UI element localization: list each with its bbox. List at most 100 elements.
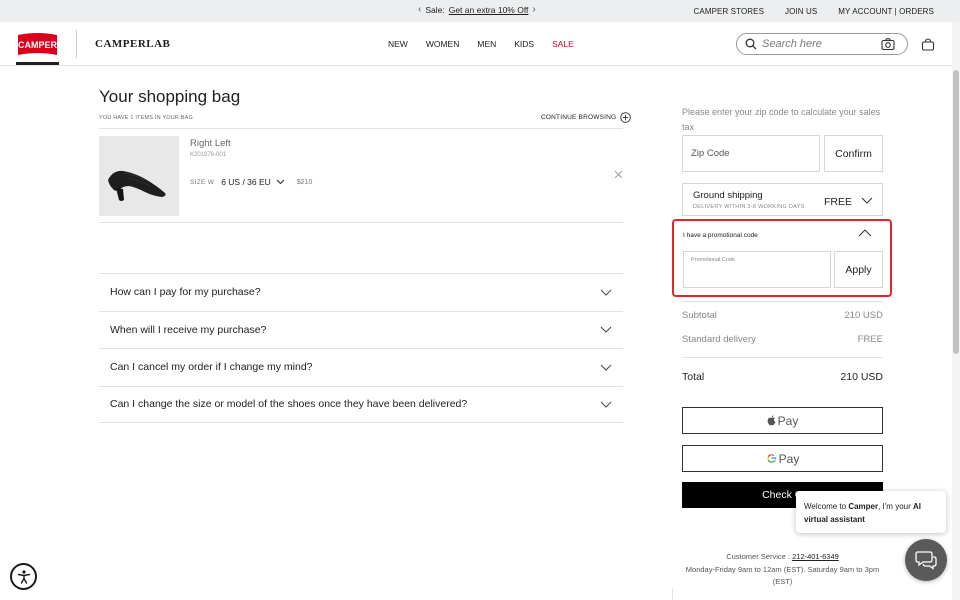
- size-row: SIZE W 6 US / 36 EU $210: [190, 177, 312, 187]
- remove-item-icon[interactable]: [614, 170, 623, 179]
- chat-text-1: Welcome to: [804, 502, 849, 511]
- chevron-down-icon: [276, 179, 285, 185]
- chevron-down-icon: [600, 289, 612, 296]
- divider: [99, 128, 623, 129]
- confirm-button[interactable]: Confirm: [824, 135, 883, 172]
- service-label: Customer Service :: [726, 552, 790, 561]
- nav-sale[interactable]: SALE: [552, 39, 574, 49]
- apple-icon: [767, 415, 776, 426]
- search-input[interactable]: [762, 38, 882, 50]
- chevron-right-icon[interactable]: ›: [532, 5, 535, 15]
- nav-men[interactable]: MEN: [477, 39, 496, 49]
- continue-label: CONTINUE BROWSING: [541, 114, 617, 121]
- total-row: Total 210 USD: [682, 371, 883, 383]
- divider: [682, 301, 883, 302]
- chat-brand: Camper: [848, 502, 879, 511]
- item-price: $210: [296, 178, 313, 186]
- divider: [99, 222, 623, 223]
- faq-question: Can I change the size or model of the sh…: [110, 398, 468, 411]
- promo-code-label: Promotional Code: [691, 257, 736, 263]
- promo-code-input[interactable]: [690, 268, 824, 284]
- size-label: SIZE W: [190, 178, 215, 186]
- faq-item-pay[interactable]: How can I pay for my purchase?: [99, 273, 623, 311]
- nav-new[interactable]: NEW: [388, 39, 408, 49]
- chat-text-2: , I'm your: [878, 502, 913, 511]
- chevron-left-icon[interactable]: ‹: [418, 5, 421, 15]
- scrollbar-thumb[interactable]: [953, 70, 959, 354]
- faq-question: How can I pay for my purchase?: [110, 286, 261, 299]
- service-phone-link[interactable]: 212-401-6349: [792, 552, 839, 561]
- camera-search-icon[interactable]: [881, 37, 895, 51]
- customer-service: Customer Service : 212-401-6349 Monday-F…: [682, 551, 883, 589]
- product-name[interactable]: Right Left: [190, 138, 231, 149]
- svg-text:CAMPER: CAMPER: [18, 40, 58, 50]
- product-ref: K201976-001: [190, 152, 227, 158]
- size-value: 6 US / 36 EU: [221, 177, 271, 187]
- zip-code-input[interactable]: [682, 135, 820, 172]
- faq-question: Can I cancel my order if I change my min…: [110, 361, 313, 374]
- divider: [672, 588, 673, 600]
- accessibility-button[interactable]: [10, 563, 37, 590]
- utility-links: CAMPER STORES JOIN US MY ACCOUNT | ORDER…: [694, 7, 934, 16]
- promo-code-toggle[interactable]: I have a promotional code: [683, 232, 758, 239]
- page-title: Your shopping bag: [99, 87, 241, 106]
- items-count: YOU HAVE 1 ITEMS IN YOUR BAG: [99, 115, 194, 121]
- apple-pay-label: Pay: [777, 413, 799, 428]
- camper-stores-link[interactable]: CAMPER STORES: [694, 7, 765, 16]
- continue-browsing-button[interactable]: CONTINUE BROWSING: [541, 112, 632, 123]
- chat-welcome-bubble[interactable]: Welcome to Camper, I'm your AI virtual a…: [796, 491, 946, 533]
- shipping-select[interactable]: Ground shipping DELIVERY WITHIN 3-8 WORK…: [682, 183, 883, 216]
- shopping-bag-icon[interactable]: [921, 38, 935, 51]
- faq-item-receive[interactable]: When will I receive my purchase?: [99, 310, 623, 349]
- faq-item-cancel[interactable]: Can I cancel my order if I change my min…: [99, 348, 623, 386]
- promo-bar: ‹ Sale: Get an extra 10% Off › CAMPER ST…: [0, 0, 960, 22]
- search-icon: [745, 38, 757, 50]
- search-box[interactable]: [736, 33, 908, 55]
- apple-pay-button[interactable]: Pay: [682, 407, 883, 434]
- total-value: 210 USD: [840, 371, 883, 383]
- google-g-icon: [767, 454, 776, 463]
- google-pay-label: Pay: [778, 451, 800, 466]
- zip-note: Please enter your zip code to calculate …: [682, 107, 881, 132]
- shipping-price: FREE: [823, 196, 852, 208]
- promo-link[interactable]: Get an extra 10% Off: [449, 5, 529, 15]
- faq-item-change-size[interactable]: Can I change the size or model of the sh…: [99, 385, 623, 423]
- camper-logo[interactable]: CAMPER: [16, 32, 59, 62]
- shoe-image: [108, 170, 166, 201]
- my-account-link[interactable]: MY ACCOUNT | ORDERS: [838, 7, 934, 16]
- faq-question: When will I receive my purchase?: [110, 323, 267, 336]
- subtotal-value: 210 USD: [844, 310, 883, 321]
- chevron-down-icon: [600, 401, 612, 408]
- join-us-link[interactable]: JOIN US: [785, 7, 817, 16]
- promo-text: Sale:: [425, 5, 445, 15]
- header: CAMPER CAMPERLAB NEW WOMEN MEN KIDS SALE: [0, 22, 960, 66]
- logo-underline: [16, 62, 59, 65]
- accessibility-icon: [17, 569, 30, 584]
- nav-women[interactable]: WOMEN: [426, 39, 460, 49]
- camperlab-logo[interactable]: CAMPERLAB: [95, 38, 170, 50]
- shipping-title: Ground shipping: [693, 190, 763, 201]
- subtotal-label: Subtotal: [682, 310, 717, 321]
- chevron-up-icon[interactable]: [858, 229, 872, 237]
- main-nav: NEW WOMEN MEN KIDS SALE: [388, 39, 592, 49]
- apply-button[interactable]: Apply: [834, 251, 883, 288]
- total-label: Total: [682, 371, 705, 383]
- delivery-value: FREE: [857, 334, 883, 345]
- promo-code-field[interactable]: Promotional Code: [683, 251, 831, 288]
- shipping-subtitle: DELIVERY WITHIN 3-8 WORKING DAYS: [693, 204, 805, 210]
- nav-kids[interactable]: KIDS: [514, 39, 534, 49]
- plus-circle-icon: [620, 112, 632, 123]
- chat-button[interactable]: [905, 539, 947, 581]
- google-pay-button[interactable]: Pay: [682, 445, 883, 472]
- divider: [682, 357, 883, 358]
- chevron-down-icon: [600, 364, 612, 371]
- size-select[interactable]: 6 US / 36 EU: [221, 177, 285, 187]
- service-hours: Monday-Friday 9am to 12am (EST). Saturda…: [685, 564, 880, 587]
- chevron-down-icon: [861, 197, 873, 204]
- promo-message: ‹ Sale: Get an extra 10% Off ›: [418, 5, 536, 16]
- header-divider: [76, 30, 77, 58]
- faq-list: How can I pay for my purchase? When will…: [99, 273, 623, 423]
- delivery-row: Standard delivery FREE: [682, 334, 883, 345]
- product-image[interactable]: [99, 136, 179, 216]
- chevron-down-icon: [600, 326, 612, 333]
